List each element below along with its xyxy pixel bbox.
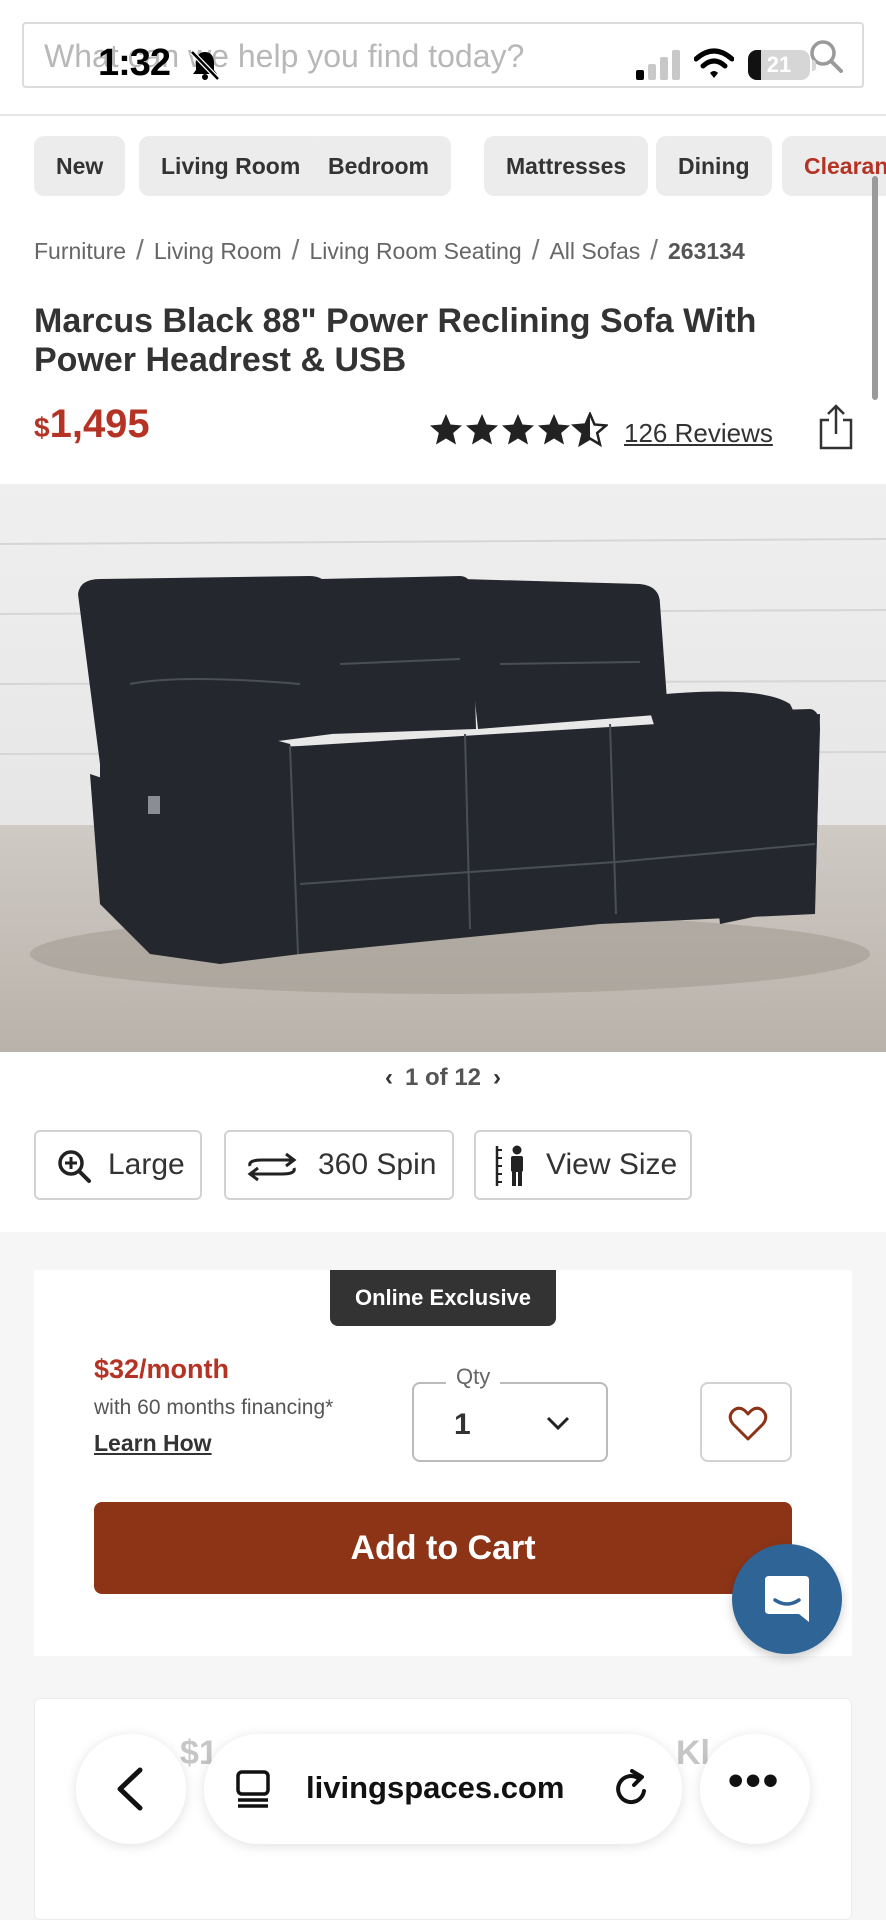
- reload-icon[interactable]: [612, 1769, 652, 1809]
- status-time: 1:32: [98, 42, 171, 84]
- 360-spin-label: 360 Spin: [318, 1148, 437, 1181]
- category-nav: New Living Room Bedroom Mattresses Dinin…: [34, 136, 886, 196]
- breadcrumb-separator: /: [291, 234, 300, 265]
- more-options-icon: •••: [728, 1756, 781, 1805]
- star-icon: [502, 414, 534, 445]
- breadcrumb-separator: /: [531, 234, 540, 265]
- image-pager: ‹ 1 of 12 ›: [0, 1064, 886, 1092]
- rating-stars[interactable]: [428, 412, 608, 448]
- star-icon: [430, 414, 462, 445]
- learn-how-link[interactable]: Learn How: [94, 1430, 212, 1457]
- product-title: Marcus Black 88" Power Reclining Sofa Wi…: [34, 302, 757, 379]
- breadcrumb-living-room[interactable]: Living Room: [154, 238, 282, 264]
- online-exclusive-badge: Online Exclusive: [330, 1270, 556, 1326]
- chat-icon: [765, 1576, 809, 1622]
- view-large-label: Large: [108, 1148, 185, 1181]
- financing-terms: with 60 months financing*: [94, 1396, 334, 1419]
- tabs-icon[interactable]: [234, 1770, 274, 1808]
- size-person-icon: [495, 1145, 523, 1186]
- category-chip-mattresses[interactable]: Mattresses: [484, 136, 649, 196]
- breadcrumb-separator: /: [136, 234, 144, 265]
- chat-button[interactable]: [732, 1544, 842, 1654]
- chevron-down-icon: [546, 1416, 570, 1431]
- view-size-button[interactable]: View Size: [474, 1130, 692, 1200]
- back-arrow-icon: [117, 1767, 143, 1811]
- category-chip-new[interactable]: New: [34, 136, 126, 196]
- page-scrollbar[interactable]: [872, 176, 878, 400]
- browser-more-button[interactable]: •••: [700, 1734, 810, 1844]
- breadcrumb-all-sofas[interactable]: All Sofas: [549, 238, 640, 264]
- next-image-icon[interactable]: ›: [493, 1064, 501, 1092]
- category-chip-clearance[interactable]: Clearance: [782, 136, 886, 196]
- wifi-icon: [694, 48, 734, 78]
- image-counter: 1 of 12: [404, 1064, 482, 1091]
- browser-address-bar[interactable]: livingspaces.com: [204, 1734, 682, 1844]
- quantity-select[interactable]: [412, 1382, 608, 1462]
- category-chip-dining[interactable]: Dining: [656, 136, 772, 196]
- zoom-in-icon: [58, 1150, 91, 1183]
- breadcrumb-sku: 263134: [668, 238, 745, 264]
- product-image[interactable]: [0, 484, 886, 1052]
- top-bar: What can we help you find today? 1:32 21: [0, 0, 886, 116]
- product-price: $1,495: [34, 402, 150, 447]
- reviews-link[interactable]: 126 Reviews: [624, 418, 773, 449]
- view-large-button[interactable]: Large: [34, 1130, 202, 1200]
- breadcrumb-separator: /: [650, 234, 659, 265]
- quantity-label: Qty: [446, 1364, 501, 1390]
- browser-domain: livingspaces.com: [306, 1770, 565, 1805]
- 360-spin-button[interactable]: 360 Spin: [224, 1130, 454, 1200]
- browser-back-button[interactable]: [76, 1734, 186, 1844]
- sofa-image: [0, 538, 886, 994]
- previous-image-icon[interactable]: ‹: [385, 1064, 393, 1092]
- price-currency: $: [34, 412, 50, 443]
- price-amount: 1,495: [49, 402, 150, 446]
- battery-tip: [812, 60, 816, 71]
- half-star-icon: [572, 412, 608, 446]
- monthly-payment: $32/month: [94, 1354, 230, 1384]
- category-chip-living-room[interactable]: Living Room: [139, 136, 323, 196]
- view-size-label: View Size: [546, 1148, 678, 1181]
- wishlist-button[interactable]: [700, 1382, 792, 1462]
- battery-level: 21: [766, 52, 792, 77]
- quantity-value: 1: [454, 1408, 471, 1441]
- battery-indicator: 21: [748, 50, 810, 80]
- star-icon: [466, 414, 498, 445]
- category-chip-bedroom[interactable]: Bedroom: [306, 136, 451, 196]
- add-to-cart-button[interactable]: Add to Cart: [94, 1502, 792, 1594]
- cellular-signal-icon: [636, 50, 680, 80]
- star-icon: [538, 414, 570, 445]
- breadcrumb: Furniture / Living Room / Living Room Seatin…: [34, 234, 745, 266]
- share-icon[interactable]: [818, 404, 854, 450]
- purchase-card: [34, 1270, 852, 1656]
- breadcrumb-living-room-seating[interactable]: Living Room Seating: [309, 238, 521, 264]
- bell-muted-icon: [190, 50, 220, 81]
- heart-icon: [728, 1406, 768, 1441]
- breadcrumb-furniture[interactable]: Furniture: [34, 238, 126, 264]
- 360-spin-icon: [247, 1152, 297, 1182]
